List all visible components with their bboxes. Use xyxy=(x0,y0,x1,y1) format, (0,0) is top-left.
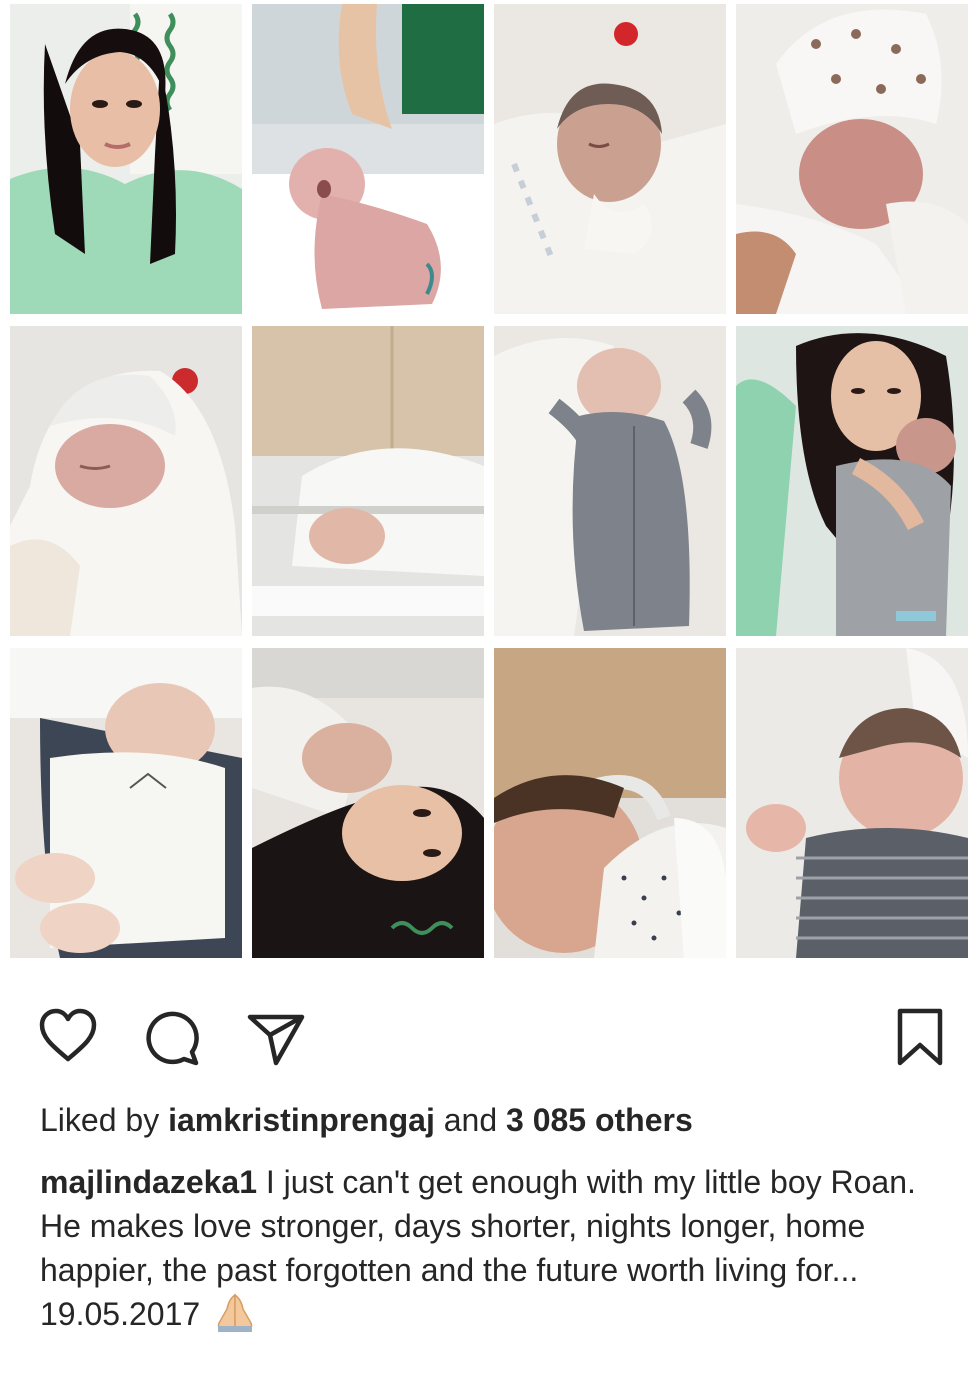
likes-count-link[interactable]: 3 085 others xyxy=(506,1102,693,1138)
photo-newborn-sleeping-white-onesie[interactable] xyxy=(10,648,242,958)
caption-line-1: I just can't get enough with my little b… xyxy=(265,1164,916,1200)
photo-newborn-striped-outfit[interactable] xyxy=(736,648,968,958)
photo-mother-selfie-hospital-bed[interactable] xyxy=(10,4,242,314)
paper-plane-icon[interactable] xyxy=(244,1005,308,1069)
photo-newborn-wrapped-blanket[interactable] xyxy=(494,4,726,314)
post-caption: majlindazeka1 I just can't get enough wi… xyxy=(40,1160,940,1336)
likes-summary: Liked by iamkristinprengaj and 3 085 oth… xyxy=(40,1098,693,1142)
post-action-bar xyxy=(0,1005,980,1075)
heart-icon[interactable] xyxy=(36,1005,100,1069)
photo-mother-holding-baby[interactable] xyxy=(736,326,968,636)
photo-newborn-close-up[interactable] xyxy=(494,648,726,958)
comment-icon[interactable] xyxy=(140,1005,204,1069)
bookmark-icon[interactable] xyxy=(888,1005,952,1069)
photo-mother-lying-with-baby[interactable] xyxy=(252,648,484,958)
caption-username-link[interactable]: majlindazeka1 xyxy=(40,1164,257,1200)
photo-newborn-grey-onesie[interactable] xyxy=(494,326,726,636)
photo-newborn-in-bassinet[interactable] xyxy=(252,326,484,636)
photo-collage[interactable] xyxy=(10,4,970,964)
liked-by-username-link[interactable]: iamkristinprengaj xyxy=(168,1102,435,1138)
photo-newborn-after-birth[interactable] xyxy=(252,4,484,314)
folded-hands-icon xyxy=(213,1293,257,1333)
likes-joiner: and xyxy=(443,1102,498,1138)
caption-line-2: He makes love stronger, days shorter, ni… xyxy=(40,1208,866,1332)
photo-newborn-in-hat[interactable] xyxy=(736,4,968,314)
likes-prefix: Liked by xyxy=(40,1102,160,1138)
photo-newborn-swaddled-hat[interactable] xyxy=(10,326,242,636)
